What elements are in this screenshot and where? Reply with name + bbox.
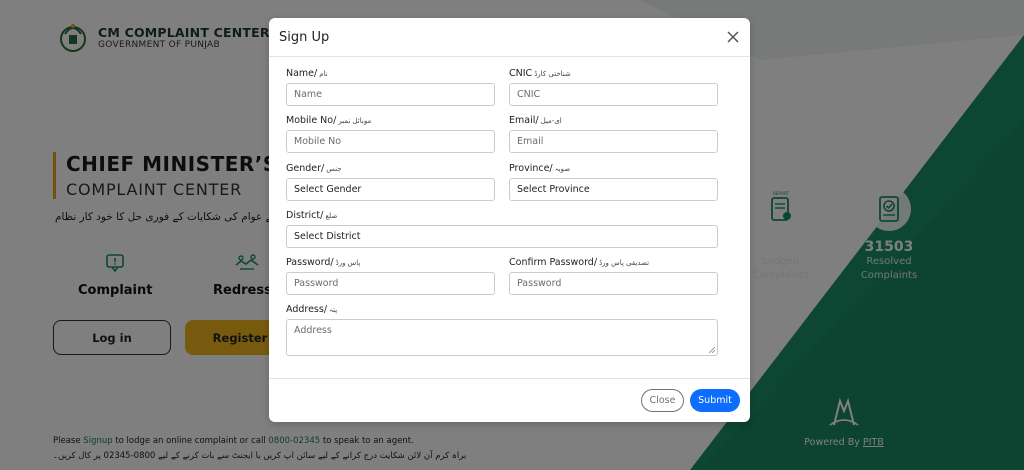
name-field-group: Name/نام Name xyxy=(286,68,495,106)
address-textarea[interactable]: Address xyxy=(286,319,718,356)
modal-title: Sign Up xyxy=(279,29,330,45)
district-label-ur: ضلع xyxy=(325,212,338,220)
name-label-ur: نام xyxy=(319,70,328,78)
district-field-group: District/ضلع Select District xyxy=(286,210,718,248)
email-label-en: Email/ xyxy=(509,115,539,126)
cnic-label: CNIC شناختی کارڈ xyxy=(509,68,718,79)
mobile-label-en: Mobile No/ xyxy=(286,115,337,126)
gender-select[interactable]: Select Gender xyxy=(286,178,495,201)
cnic-label-en: CNIC xyxy=(509,68,533,79)
district-select[interactable]: Select District xyxy=(286,225,718,248)
mobile-input[interactable]: Mobile No xyxy=(286,130,495,153)
modal-header: Sign Up xyxy=(269,18,750,57)
address-label-ur: پتہ xyxy=(329,306,338,314)
close-button[interactable]: Close xyxy=(641,389,684,412)
mobile-label-ur: موبائل نمبر xyxy=(338,117,372,125)
cnic-input[interactable]: CNIC xyxy=(509,83,718,106)
confirm-password-label: Confirm Password/تصدیقی پاس ورڈ xyxy=(509,257,718,268)
confirm-password-label-en: Confirm Password/ xyxy=(509,257,598,268)
name-label: Name/نام xyxy=(286,68,495,79)
gender-label: Gender/جنس xyxy=(286,163,495,174)
address-label-en: Address/ xyxy=(286,304,328,315)
gender-label-ur: جنس xyxy=(326,165,342,173)
password-label-en: Password/ xyxy=(286,257,334,268)
province-label-ur: صوبہ xyxy=(554,165,571,173)
mobile-field-group: Mobile No/موبائل نمبر Mobile No xyxy=(286,115,495,153)
cnic-label-ur: شناختی کارڈ xyxy=(534,70,571,78)
confirm-password-label-ur: تصدیقی پاس ورڈ xyxy=(599,259,650,267)
password-label: Password/پاس ورڈ xyxy=(286,257,495,268)
email-input[interactable]: Email xyxy=(509,130,718,153)
province-label: Province/صوبہ xyxy=(509,163,718,174)
modal-footer: Close Submit xyxy=(269,378,750,422)
confirm-password-input[interactable]: Password xyxy=(509,272,718,295)
name-label-en: Name/ xyxy=(286,68,318,79)
name-input[interactable]: Name xyxy=(286,83,495,106)
province-label-en: Province/ xyxy=(509,163,553,174)
cnic-field-group: CNIC شناختی کارڈ CNIC xyxy=(509,68,718,106)
password-field-group: Password/پاس ورڈ Password xyxy=(286,257,495,295)
close-icon[interactable] xyxy=(726,30,740,44)
submit-button[interactable]: Submit xyxy=(690,389,740,412)
gender-field-group: Gender/جنس Select Gender xyxy=(286,163,495,201)
signup-modal: Sign Up Name/نام Name CNIC شناختی کارڈ CN… xyxy=(269,18,750,422)
province-select[interactable]: Select Province xyxy=(509,178,718,201)
mobile-label: Mobile No/موبائل نمبر xyxy=(286,115,495,126)
address-label: Address/پتہ xyxy=(286,304,718,315)
district-label: District/ضلع xyxy=(286,210,718,221)
gender-label-en: Gender/ xyxy=(286,163,325,174)
address-field-group: Address/پتہ Address xyxy=(286,304,718,356)
province-field-group: Province/صوبہ Select Province xyxy=(509,163,718,201)
email-label: Email/ای-میل xyxy=(509,115,718,126)
password-label-ur: پاس ورڈ xyxy=(335,259,361,267)
email-label-ur: ای-میل xyxy=(540,117,562,125)
address-placeholder: Address xyxy=(294,325,332,336)
district-label-en: District/ xyxy=(286,210,324,221)
confirm-password-field-group: Confirm Password/تصدیقی پاس ورڈ Password xyxy=(509,257,718,295)
resize-handle-icon[interactable] xyxy=(709,347,715,353)
password-input[interactable]: Password xyxy=(286,272,495,295)
email-field-group: Email/ای-میل Email xyxy=(509,115,718,153)
